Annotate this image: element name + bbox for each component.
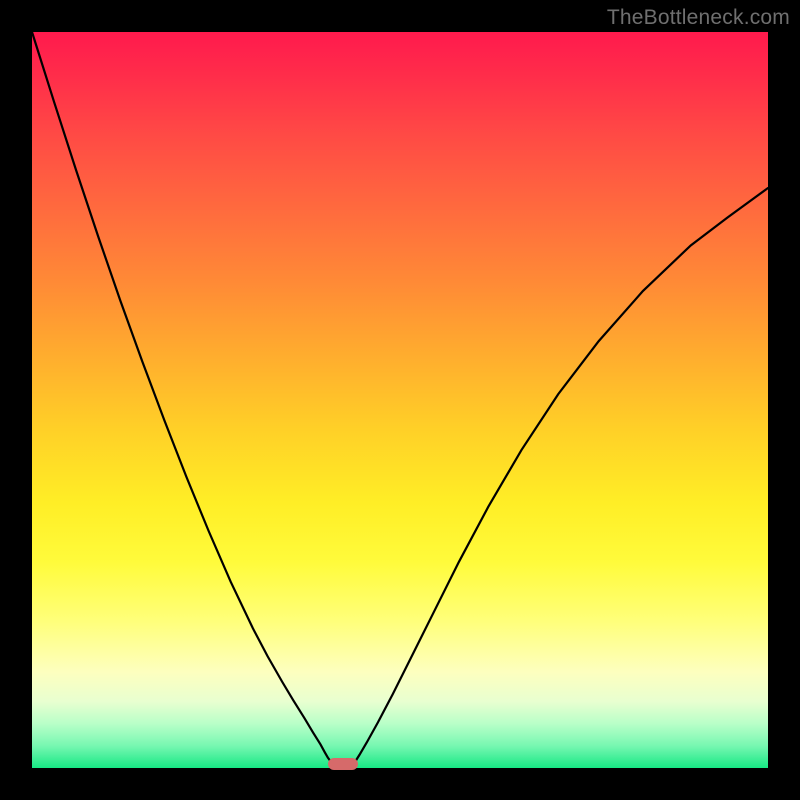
optimum-marker xyxy=(328,758,358,770)
plot-area xyxy=(32,32,768,768)
watermark-text: TheBottleneck.com xyxy=(607,6,790,30)
bottleneck-curve xyxy=(32,32,768,768)
chart-frame: TheBottleneck.com xyxy=(0,0,800,800)
